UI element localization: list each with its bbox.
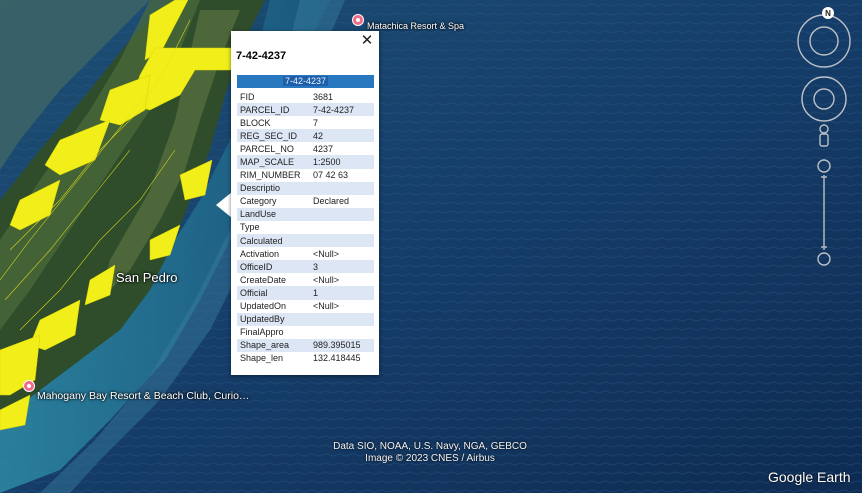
attribute-value: 989.395015 (310, 338, 374, 352)
google-earth-logo: Google Earth (768, 469, 851, 485)
attribute-key: Shape_len (240, 353, 284, 364)
attribute-value: <Null> (313, 301, 340, 312)
attribute-key: FinalAppro (240, 327, 284, 338)
attribute-value (310, 181, 374, 195)
attribute-value: 7-42-4237 (310, 103, 374, 117)
navigation-controls[interactable]: N (795, 5, 855, 275)
satellite-map[interactable] (0, 0, 862, 493)
attribute-row: Type (237, 221, 374, 234)
attribute-value (310, 312, 374, 326)
attribute-row: FID 3681 (237, 90, 374, 103)
attribute-row: LandUse (237, 207, 374, 221)
attribute-value: Declared (313, 196, 350, 207)
attribute-key: LandUse (237, 207, 310, 221)
attribution-data-sources: Data SIO, NOAA, U.S. Navy, NGA, GEBCO (333, 441, 527, 452)
place-label-san-pedro[interactable]: San Pedro (116, 270, 177, 285)
attribute-key: Calculated (237, 234, 310, 248)
map-attribution: Data SIO, NOAA, U.S. Navy, NGA, GEBCO Im… (310, 441, 550, 465)
attribute-value: 1:2500 (310, 155, 374, 169)
attribute-value (310, 207, 374, 221)
attribute-key: REG_SEC_ID (237, 129, 310, 143)
attribute-key: PARCEL_ID (237, 103, 310, 117)
attribute-key: Shape_area (237, 338, 310, 352)
attribute-row: Descriptio (237, 181, 374, 195)
resort-marker-icon[interactable] (352, 14, 364, 26)
attribute-row: PARCEL_ID 7-42-4237 (237, 103, 374, 117)
attribute-key: OfficeID (237, 260, 310, 274)
close-icon[interactable]: ✕ (359, 33, 375, 49)
popup-title: 7-42-4237 (236, 50, 287, 62)
compass-north-label: N (825, 9, 831, 18)
compass-ring-icon[interactable] (797, 14, 851, 68)
attribute-key: Official (237, 286, 310, 300)
attribute-value: 7 (313, 117, 319, 128)
attribute-key: CreateDate (240, 274, 287, 285)
attribute-row: MAP_SCALE 1:2500 (237, 155, 374, 169)
attribute-key: RIM_NUMBER (240, 170, 301, 181)
place-label-matachica[interactable]: Matachica Resort & Spa (367, 21, 464, 31)
attribute-row: CreateDate <Null> (237, 273, 374, 286)
zoom-slider-icon[interactable] (817, 159, 831, 266)
attribute-row: RIM_NUMBER 07 42 63 (237, 169, 374, 182)
person-pegman-icon[interactable] (819, 124, 829, 147)
attribution-imagery: Image © 2023 CNES / Airbus (365, 453, 495, 464)
parcel-info-popup: ✕ 7-42-4237 7-42-4237 FID 3681 PARCEL_ID 7-… (231, 31, 379, 375)
attribute-key: Type (240, 222, 260, 233)
attribute-key: BLOCK (240, 117, 271, 128)
attribute-value: 07 42 63 (313, 170, 349, 181)
attribute-row: BLOCK 7 (237, 116, 374, 129)
attribute-value: <Null> (313, 274, 340, 285)
attribute-value: 1 (310, 286, 374, 300)
attribute-key: Activation (240, 248, 280, 259)
resort-marker-icon[interactable] (23, 380, 35, 392)
attribute-key: Descriptio (237, 181, 310, 195)
attribute-key: PARCEL_NO (240, 143, 294, 154)
attribute-key: UpdatedBy (237, 312, 310, 326)
attribute-row: FinalAppro (237, 326, 374, 339)
attribute-row: PARCEL_NO 4237 (237, 142, 374, 155)
attribute-row: UpdatedOn <Null> (237, 300, 374, 313)
attribute-value: 3681 (313, 91, 334, 102)
attribute-row: Activation <Null> (237, 247, 374, 260)
attribute-row: Calculated (237, 234, 374, 248)
attribute-key: Category (240, 196, 277, 207)
popup-header-label[interactable]: 7-42-4237 (282, 76, 329, 86)
popup-pointer (216, 192, 232, 218)
attribute-value (310, 221, 374, 234)
attribute-row: UpdatedBy (237, 312, 374, 326)
attribute-row: Shape_len 132.418445 (237, 352, 374, 365)
attribute-value: 3 (310, 260, 374, 274)
attribute-row: OfficeID 3 (237, 260, 374, 274)
attribute-row: Category Declared (237, 195, 374, 208)
attribute-row: Official 1 (237, 286, 374, 300)
attribute-key: MAP_SCALE (237, 155, 310, 169)
popup-header-bar: 7-42-4237 (237, 75, 374, 88)
attribute-key: UpdatedOn (240, 301, 287, 312)
attribute-row: REG_SEC_ID 42 (237, 129, 374, 143)
attribute-value: 4237 (313, 143, 334, 154)
attribute-value: 42 (310, 129, 374, 143)
attribute-key: FID (240, 91, 255, 102)
attribute-value (310, 234, 374, 248)
attribute-value: <Null> (313, 248, 340, 259)
attribute-value: 132.418445 (313, 353, 361, 364)
attribute-table: FID 3681 PARCEL_ID 7-42-4237 BLOCK 7 REG_SEC_I… (237, 90, 374, 365)
attribute-value (310, 326, 374, 339)
attribute-row: Shape_area 989.395015 (237, 338, 374, 352)
place-label-mahogany-bay[interactable]: Mahogany Bay Resort & Beach Club, Curio… (37, 390, 249, 402)
look-joystick-icon[interactable] (801, 76, 847, 122)
